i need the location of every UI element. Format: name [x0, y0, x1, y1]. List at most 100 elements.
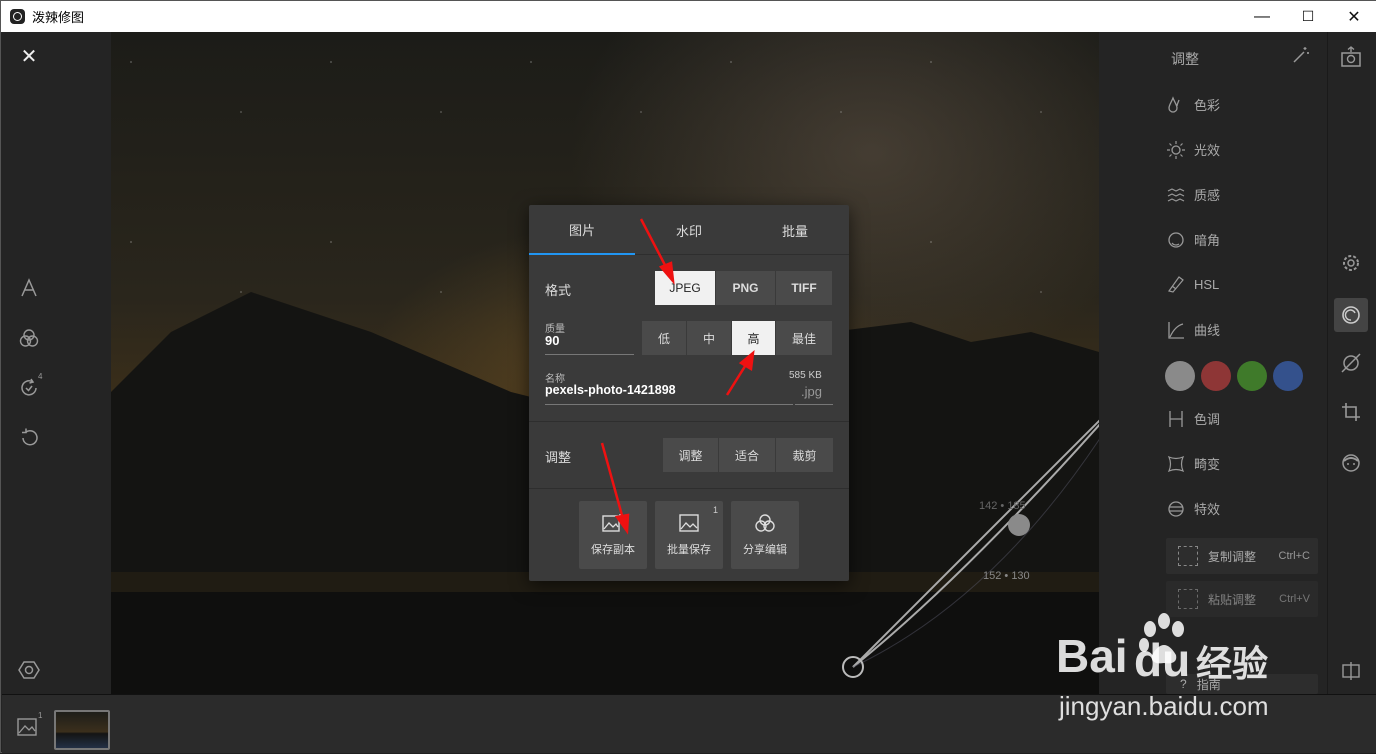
- tone-icon: [1167, 410, 1185, 428]
- quality-medium[interactable]: 中: [687, 321, 732, 355]
- adjust-item-label: 色调: [1194, 412, 1221, 427]
- save-copy-button[interactable]: 保存副本: [579, 501, 647, 569]
- format-jpeg[interactable]: JPEG: [655, 271, 716, 305]
- adjust-item-color[interactable]: 色彩: [1167, 95, 1220, 114]
- maximize-button[interactable]: ☐: [1285, 1, 1331, 32]
- history-button[interactable]: 4: [17, 372, 42, 400]
- ext-underline: [795, 404, 833, 405]
- paste-dashed-icon: [1178, 589, 1198, 609]
- format-png[interactable]: PNG: [716, 271, 776, 305]
- swatch-fill: [1165, 361, 1195, 391]
- option-label: 最佳: [791, 331, 816, 346]
- curve-readout-2: 142 • 185: [979, 500, 1026, 512]
- image-plus-icon: [602, 513, 624, 533]
- reset-button[interactable]: [17, 426, 41, 450]
- adjust-item-distortion[interactable]: 畸变: [1167, 454, 1220, 473]
- copy-adjust-button[interactable]: 复制调整 Ctrl+C: [1166, 538, 1318, 574]
- quality-best[interactable]: 最佳: [776, 321, 832, 355]
- text-tool-button[interactable]: [17, 276, 41, 300]
- baidu-watermark: Bai du 经验 jingyan.baidu.com: [1056, 613, 1306, 731]
- panel-title: 调整: [1171, 51, 1199, 67]
- circles-icon: [19, 329, 39, 347]
- settings-button[interactable]: [17, 658, 41, 682]
- portrait-button[interactable]: [1337, 449, 1365, 477]
- adjust-panel: 调整 色彩 光效 质感 暗角 HSL 曲线 色调 畸变 特效 复制调整 Ctrl+…: [1099, 32, 1327, 694]
- minimize-button[interactable]: —: [1239, 1, 1285, 32]
- tab-batch[interactable]: 批量: [742, 205, 848, 255]
- export-button[interactable]: [1337, 43, 1365, 71]
- minimize-icon: —: [1254, 7, 1270, 25]
- adjust-option-adjust[interactable]: 调整: [663, 438, 719, 472]
- maximize-icon: ☐: [1301, 8, 1315, 24]
- compare-button[interactable]: [1337, 657, 1365, 685]
- quality-high[interactable]: 高: [732, 321, 776, 355]
- share-edit-button[interactable]: 分享编辑: [731, 501, 799, 569]
- tab-label: 图片: [568, 222, 595, 238]
- option-label: 调整: [678, 448, 703, 463]
- mask-button[interactable]: [1337, 349, 1365, 377]
- blend-tool-button[interactable]: [17, 326, 41, 350]
- close-editor-button[interactable]: ✕: [17, 44, 41, 68]
- spiral-icon: [1342, 306, 1360, 324]
- waves-icon: [1167, 186, 1185, 204]
- hexagon-gear-icon: [18, 661, 40, 679]
- format-tiff[interactable]: TIFF: [776, 271, 832, 305]
- text-a-icon: [21, 278, 37, 297]
- file-name-input[interactable]: pexels-photo-1421898: [545, 383, 676, 397]
- format-label: 格式: [545, 283, 572, 298]
- tab-image[interactable]: 图片: [529, 205, 635, 255]
- option-label: 裁剪: [792, 448, 817, 463]
- tab-watermark[interactable]: 水印: [636, 205, 742, 255]
- adjust-option-crop[interactable]: 裁剪: [776, 438, 833, 472]
- paste-label: 粘贴调整: [1208, 592, 1257, 607]
- action-label: 批量保存: [667, 544, 711, 556]
- adjust-item-hsl[interactable]: HSL: [1167, 275, 1219, 293]
- swatch-red[interactable]: [1201, 361, 1231, 391]
- close-icon: ✕: [1347, 8, 1361, 26]
- photo-thumbnail[interactable]: [54, 710, 110, 750]
- gear-icon: [1343, 255, 1359, 271]
- adjust-item-light[interactable]: 光效: [1167, 140, 1220, 159]
- curve-icon: [1167, 321, 1185, 339]
- quality-low[interactable]: 低: [642, 321, 687, 355]
- gear-button[interactable]: [1337, 249, 1365, 277]
- crop-button[interactable]: [1337, 398, 1365, 426]
- quality-selector: 低 中 高 最佳: [642, 321, 832, 355]
- action-label: 分享编辑: [743, 544, 787, 556]
- title-bar: 泼辣修图 — ☐ ✕: [1, 1, 1376, 32]
- image-icon: [678, 513, 700, 533]
- format-selector: JPEG PNG TIFF: [655, 271, 832, 305]
- swatch-gray[interactable]: [1165, 361, 1195, 391]
- adjust-item-label: 暗角: [1194, 233, 1221, 248]
- close-window-button[interactable]: ✕: [1331, 1, 1376, 32]
- adjust-item-tone[interactable]: 色调: [1167, 409, 1220, 428]
- left-toolbar: ✕ 4: [2, 32, 110, 694]
- adjust-item-vignette[interactable]: 暗角: [1167, 230, 1220, 249]
- adjust-item-curve[interactable]: 曲线: [1167, 320, 1220, 339]
- face-icon: [1342, 454, 1360, 472]
- adjust-item-label: 曲线: [1194, 323, 1221, 338]
- swatch-green[interactable]: [1237, 361, 1267, 391]
- gallery-button[interactable]: 1: [16, 711, 42, 743]
- image-icon: [17, 718, 37, 736]
- share-circles-icon: [754, 513, 776, 533]
- action-label: 保存副本: [591, 544, 635, 556]
- watermark-url: jingyan.baidu.com: [1059, 691, 1269, 721]
- magic-wand-icon[interactable]: [1292, 46, 1310, 64]
- adjust-tab-button[interactable]: [1334, 298, 1368, 332]
- copy-shortcut: Ctrl+C: [1278, 550, 1310, 562]
- quality-value[interactable]: 90: [545, 333, 559, 348]
- swatch-blue[interactable]: [1273, 361, 1303, 391]
- close-x-icon: ✕: [20, 45, 38, 68]
- adjust-label: 调整: [545, 450, 572, 465]
- quality-underline: [545, 354, 634, 355]
- adjust-item-texture[interactable]: 质感: [1167, 185, 1220, 204]
- app-window: 泼辣修图 — ☐ ✕ ✕ 4 152 • 130 142 • 185 调整 色彩…: [0, 0, 1376, 753]
- adjust-option-fit[interactable]: 适合: [719, 438, 776, 472]
- tab-label: 水印: [675, 223, 702, 239]
- adjust-item-effects[interactable]: 特效: [1167, 499, 1220, 518]
- history-badge: 4: [38, 372, 43, 381]
- file-size: 585 KB: [789, 370, 822, 381]
- crop-icon: [1342, 403, 1360, 421]
- batch-save-button[interactable]: 1 批量保存: [655, 501, 723, 569]
